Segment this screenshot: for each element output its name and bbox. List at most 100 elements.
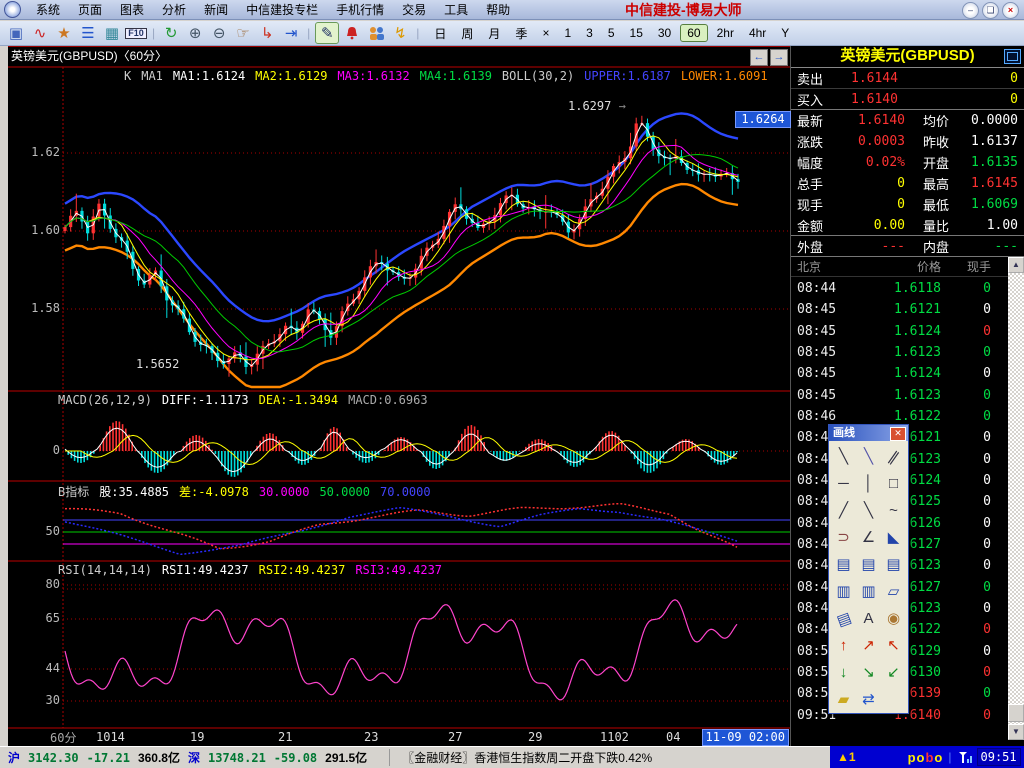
- lightning-icon[interactable]: ↯: [389, 23, 411, 43]
- quote-value: 1.6140: [839, 113, 905, 128]
- menu-item[interactable]: 图表: [111, 1, 153, 18]
- close-button[interactable]: ×: [1002, 2, 1019, 19]
- f10-icon[interactable]: F10: [125, 23, 147, 43]
- period-button-30[interactable]: 30: [652, 25, 677, 41]
- tape-time: 08:45: [797, 302, 845, 317]
- time-tick: 27: [448, 730, 462, 744]
- period-button-月[interactable]: 月: [482, 24, 506, 43]
- tape-scrollbar[interactable]: ▲ ▼: [1008, 257, 1024, 740]
- period-button-周[interactable]: 周: [455, 24, 479, 43]
- arrow-down-tool[interactable]: ↓: [834, 663, 854, 683]
- period-button-季[interactable]: 季: [509, 24, 533, 43]
- scrollbar-thumb[interactable]: [1008, 704, 1024, 722]
- period-button-×[interactable]: ×: [536, 25, 555, 41]
- monitor-icon[interactable]: ▦: [101, 23, 123, 43]
- eraser-tool[interactable]: ▰: [834, 690, 854, 710]
- period-button-15[interactable]: 15: [624, 25, 649, 41]
- quote-extra: 0: [968, 71, 1018, 86]
- regression-channel-tool[interactable]: ▤: [831, 606, 857, 632]
- arc-tool[interactable]: ⊃: [834, 528, 854, 548]
- arrow-up-left-tool[interactable]: ↖: [884, 636, 904, 656]
- quote-label: 昨收: [923, 132, 965, 151]
- arrow-up-tool[interactable]: ↑: [834, 636, 854, 656]
- restore-button[interactable]: ❏: [982, 2, 999, 19]
- rsi-axis-label: 30: [12, 693, 60, 707]
- news-ticker[interactable]: 〖金融财经〗香港恒生指数周二开盘下跌0.42%: [389, 749, 652, 766]
- object-list-tool[interactable]: ⇄: [859, 690, 879, 710]
- period-button-1[interactable]: 1: [558, 25, 577, 41]
- tape-price: 1.6118: [845, 281, 941, 296]
- percent-line-tool[interactable]: ▤: [859, 555, 879, 575]
- menu-item[interactable]: 页面: [69, 1, 111, 18]
- minimize-button[interactable]: –: [962, 2, 979, 19]
- wave-tool[interactable]: ~: [884, 501, 904, 521]
- menu-item[interactable]: 系统: [27, 1, 69, 18]
- period-button-4hr[interactable]: 4hr: [743, 25, 772, 41]
- indicator-value: 50.0000: [319, 485, 370, 499]
- indicator-value: BOLL(30,2): [502, 69, 574, 83]
- arrow-up-right-tool[interactable]: ↗: [859, 636, 879, 656]
- channel-tool[interactable]: ▱: [884, 582, 904, 602]
- scroll-down-icon[interactable]: ▼: [1008, 724, 1024, 740]
- line-tool[interactable]: ╲: [834, 447, 854, 467]
- trendline-tool[interactable]: ╱: [834, 501, 854, 521]
- alarm-bell-icon[interactable]: [341, 23, 363, 43]
- cycle-line-tool[interactable]: ▥: [859, 582, 879, 602]
- indicator-value: 股:35.4885: [99, 485, 169, 499]
- menu-item[interactable]: 新闻: [195, 1, 237, 18]
- draw-palette-titlebar[interactable]: 画线 ✕: [829, 425, 908, 441]
- jump-icon[interactable]: ↳: [256, 23, 278, 43]
- macd-indicator-readout: MACD(26,12,9)DIFF:-1.1173DEA:-1.3494MACD…: [58, 393, 438, 407]
- menu-item[interactable]: 中信建投专栏: [237, 1, 327, 18]
- vertical-line-tool[interactable]: │: [859, 474, 879, 494]
- fibonacci-line-tool[interactable]: ▤: [884, 555, 904, 575]
- menu-item[interactable]: 工具: [435, 1, 477, 18]
- goto-list-icon[interactable]: ⇥: [280, 23, 302, 43]
- arrow-down-right-tool[interactable]: ↘: [859, 663, 879, 683]
- window-restore-icon[interactable]: ▣: [5, 23, 27, 43]
- draw-line-icon[interactable]: ✎: [315, 22, 339, 44]
- refresh-icon[interactable]: ↻: [160, 23, 182, 43]
- period-button-5[interactable]: 5: [602, 25, 621, 41]
- menu-item[interactable]: 手机行情: [327, 1, 393, 18]
- tape-volume: 0: [941, 430, 1003, 445]
- period-button-3[interactable]: 3: [580, 25, 599, 41]
- period-button-日[interactable]: 日: [428, 24, 452, 43]
- close-icon[interactable]: ✕: [890, 427, 906, 441]
- text-tool[interactable]: A: [859, 609, 879, 629]
- menu-item[interactable]: 交易: [393, 1, 435, 18]
- panel-restore-icon[interactable]: [1004, 49, 1021, 64]
- zoom-in-icon[interactable]: ⊕: [184, 23, 206, 43]
- tape-volume: 0: [941, 452, 1003, 467]
- menu-item[interactable]: 分析: [153, 1, 195, 18]
- golden-section-tool[interactable]: ▤: [834, 555, 854, 575]
- zoom-out-icon[interactable]: ⊖: [208, 23, 230, 43]
- scroll-up-icon[interactable]: ▲: [1008, 257, 1024, 273]
- parallel-line-tool[interactable]: ∥: [880, 443, 908, 471]
- annotation-arrow-icon: →: [619, 99, 626, 113]
- fireworks-icon[interactable]: ★: [53, 23, 75, 43]
- toolbar-icons: ▣∿★☰▦F10|↻⊕⊖☞↳⇥|✎↯|: [5, 22, 422, 44]
- users-icon[interactable]: [365, 23, 387, 43]
- period-button-2hr[interactable]: 2hr: [711, 25, 740, 41]
- sh-index-value: 3142.30: [28, 751, 79, 765]
- horizontal-line-tool[interactable]: ─: [834, 474, 854, 494]
- cycle-circle-tool[interactable]: ◉: [884, 609, 904, 629]
- rectangle-tool[interactable]: □: [884, 474, 904, 494]
- period-button-60[interactable]: 60: [680, 24, 707, 42]
- quote-list-icon[interactable]: ☰: [77, 23, 99, 43]
- gann-fan-tool[interactable]: ◣: [884, 528, 904, 548]
- vertical-grid-tool[interactable]: ▥: [834, 582, 854, 602]
- menu-item[interactable]: 帮助: [477, 1, 519, 18]
- quote-row: 卖出1.61440: [791, 68, 1024, 89]
- indicator-value: MA1: [141, 69, 163, 83]
- hand-icon[interactable]: ☞: [232, 23, 254, 43]
- angle-tool[interactable]: ∠: [859, 528, 879, 548]
- arrow-down-left-tool[interactable]: ↙: [884, 663, 904, 683]
- quote-extra: 0: [968, 92, 1018, 107]
- period-button-Y[interactable]: Y: [775, 25, 795, 41]
- kline-chart-icon[interactable]: ∿: [29, 23, 51, 43]
- segment-tool[interactable]: ╲: [859, 447, 879, 467]
- sz-index-change: -59.08: [274, 751, 317, 765]
- ray-tool[interactable]: ╲: [859, 501, 879, 521]
